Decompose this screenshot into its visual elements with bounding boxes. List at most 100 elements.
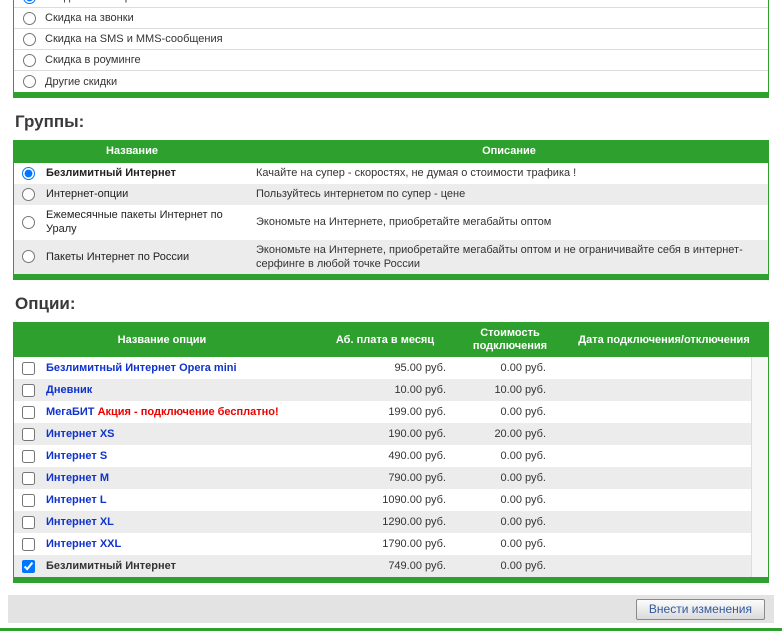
submit-button[interactable]: Внести изменения — [635, 598, 765, 620]
group-radio[interactable] — [22, 215, 35, 229]
discount-label: Скидка в роуминге — [45, 54, 141, 66]
option-connect-cost: 0.00 руб. — [500, 560, 546, 573]
option-date — [560, 467, 751, 489]
option-checkbox[interactable] — [22, 383, 35, 397]
discount-radio[interactable] — [23, 0, 36, 4]
option-name-cell: Дневник — [40, 379, 310, 401]
group-radio-cell — [14, 163, 40, 184]
discount-radio[interactable] — [23, 53, 36, 67]
option-fee: 1290.00 руб. — [382, 516, 446, 529]
group-description: Пользуйтесь интернетом по супер - цене — [256, 188, 466, 201]
option-row[interactable]: Интернет XL 1290.00 руб. 0.00 руб. — [14, 511, 752, 534]
groups-table: Название Описание Безлимитный Интернет Ка… — [13, 140, 769, 281]
option-checkbox[interactable] — [22, 559, 35, 573]
discount-label: Скидка на SMS и MMS-сообщения — [45, 33, 223, 45]
group-radio[interactable] — [22, 188, 35, 201]
option-name-cell: Интернет XL — [40, 511, 310, 533]
group-row[interactable]: Безлимитный Интернет Качайте на супер - с… — [14, 163, 768, 184]
option-name-link[interactable]: Интернет S — [46, 450, 107, 462]
option-row[interactable]: Дневник 10.00 руб. 10.00 руб. — [14, 379, 752, 402]
option-row[interactable]: Интернет XS 190.00 руб. 20.00 руб. — [14, 423, 752, 446]
option-connect-cost: 0.00 руб. — [500, 406, 546, 419]
group-row[interactable]: Пакеты Интернет по России Экономьте на Ин… — [14, 239, 768, 275]
option-connect-cost: 0.00 руб. — [500, 516, 546, 529]
option-name-link[interactable]: Интернет M — [46, 472, 109, 484]
option-checkbox-cell — [14, 357, 40, 379]
option-row[interactable]: Интернет M 790.00 руб. 0.00 руб. — [14, 467, 752, 490]
option-row[interactable]: Безлимитный Интернет Opera mini 95.00 руб… — [14, 357, 751, 379]
option-name-link[interactable]: Интернет XL — [46, 516, 114, 528]
groups-col-desc: Описание — [250, 141, 768, 163]
group-radio-cell — [14, 240, 40, 275]
option-row[interactable]: Интернет L 1090.00 руб. 0.00 руб. — [14, 489, 751, 511]
option-checkbox[interactable] — [22, 405, 35, 419]
option-connect-cost: 10.00 руб. — [494, 384, 546, 397]
options-green-bar — [14, 577, 768, 583]
group-radio-cell — [14, 184, 40, 205]
groups-header-row: Название Описание — [14, 141, 768, 163]
options-scrollbar[interactable] — [751, 357, 768, 578]
discount-row[interactable]: Скидка на Интернет — [14, 0, 768, 8]
options-header-row: Название опции Аб. плата в месяц Стоимос… — [14, 323, 768, 358]
option-checkbox[interactable] — [22, 515, 35, 529]
options-col-date: Дата подключения/отключения — [560, 323, 768, 358]
group-name: Интернет-опции — [46, 188, 129, 201]
option-name-cell: Безлимитный Интернет Opera mini — [40, 357, 310, 379]
option-checkbox[interactable] — [22, 493, 35, 507]
option-name-link[interactable]: Интернет L — [46, 494, 107, 506]
options-col-name: Название опции — [14, 323, 310, 358]
option-date — [560, 401, 751, 423]
option-name-link[interactable]: МегаБИТ — [46, 406, 95, 418]
discount-row[interactable]: Скидка в роуминге — [14, 50, 768, 71]
option-connect-cost: 0.00 руб. — [500, 538, 546, 551]
option-checkbox[interactable] — [22, 537, 35, 551]
option-fee: 790.00 руб. — [388, 472, 446, 485]
option-fee: 749.00 руб. — [388, 560, 446, 573]
option-checkbox[interactable] — [22, 449, 35, 463]
discount-row[interactable]: Скидка на SMS и MMS-сообщения — [14, 29, 768, 50]
option-date — [560, 445, 751, 467]
option-checkbox-cell — [14, 467, 40, 489]
discount-label: Скидка на звонки — [45, 12, 134, 24]
option-checkbox[interactable] — [22, 361, 35, 375]
group-radio[interactable] — [22, 167, 35, 180]
group-name: Ежемесячные пакеты Интернет по Уралу — [46, 209, 223, 236]
groups-title: Группы: — [15, 112, 85, 131]
group-row[interactable]: Интернет-опции Пользуйтесь интернетом по … — [14, 184, 768, 205]
option-date — [560, 379, 751, 401]
option-checkbox-cell — [14, 423, 40, 445]
option-checkbox[interactable] — [22, 471, 35, 485]
discount-row[interactable]: Скидка на звонки — [14, 8, 768, 29]
group-name: Пакеты Интернет по России — [46, 250, 190, 263]
group-radio[interactable] — [22, 250, 35, 264]
option-connect-cost: 0.00 руб. — [500, 494, 546, 507]
option-fee: 95.00 руб. — [394, 362, 446, 375]
option-connect-cost: 0.00 руб. — [500, 362, 546, 375]
discount-radio[interactable] — [23, 32, 36, 46]
options-table: Название опции Аб. плата в месяц Стоимос… — [13, 322, 769, 584]
options-title: Опции: — [15, 294, 76, 314]
option-row[interactable]: Интернет S 490.00 руб. 0.00 руб. — [14, 445, 751, 467]
option-name-link[interactable]: Дневник — [46, 384, 92, 396]
option-name-promo: Акция - подключение бесплатно! — [94, 406, 279, 419]
option-connect-cost: 20.00 руб. — [494, 428, 546, 441]
option-date — [560, 357, 751, 379]
discount-radio[interactable] — [23, 11, 36, 25]
option-row[interactable]: Интернет XXL 1790.00 руб. 0.00 руб. — [14, 533, 751, 555]
group-description: Экономьте на Интернете, приобретайте мег… — [256, 243, 743, 270]
group-row[interactable]: Ежемесячные пакеты Интернет по Уралу Экон… — [14, 205, 768, 240]
option-checkbox[interactable] — [22, 427, 35, 441]
option-row[interactable]: Безлимитный Интернет 749.00 руб. 0.00 руб. — [14, 555, 752, 578]
option-checkbox-cell — [14, 489, 40, 511]
options-col-connect: Стоимость подключения — [460, 323, 560, 358]
option-name-link[interactable]: Интернет XXL — [46, 538, 121, 550]
option-name-link[interactable]: Интернет XS — [46, 428, 115, 440]
group-radio-cell — [14, 205, 40, 240]
option-date — [560, 555, 751, 577]
discount-radio[interactable] — [23, 75, 36, 88]
discounts-green-bar — [14, 92, 768, 97]
discount-row[interactable]: Другие скидки — [14, 71, 768, 92]
option-name-link[interactable]: Безлимитный Интернет Opera mini — [46, 362, 237, 374]
option-date — [560, 489, 751, 511]
option-row[interactable]: МегаБИТ Акция - подключение бесплатно! 19… — [14, 401, 751, 423]
